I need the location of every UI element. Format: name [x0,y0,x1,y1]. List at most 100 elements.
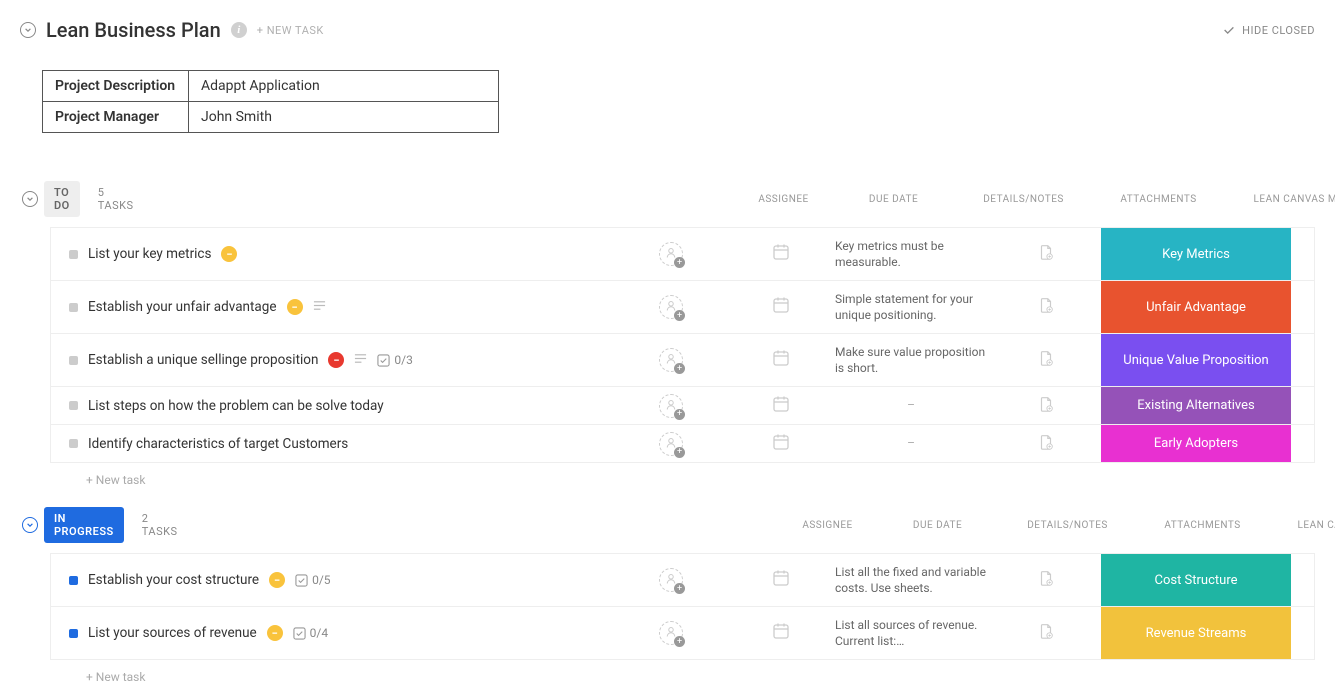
task-details: List all sources of revenue. Current lis… [831,611,991,655]
page-header: Lean Business Plan i + NEW TASK HIDE CLO… [20,18,1315,42]
meta-value: Adappt Application [189,71,499,102]
check-icon [1222,23,1236,37]
priority-icon[interactable]: − [287,299,303,315]
task-row[interactable]: Establish your cost structure −0/5 + Lis… [50,553,1315,607]
attachment-icon[interactable] [1037,395,1055,417]
task-details: – [831,391,991,419]
calendar-icon[interactable] [771,394,791,418]
task-details: List all the fixed and vari­able costs. … [831,558,991,602]
task-group: IN PROGRESS 2 TASKS ASSIGNEE DUE DATE DE… [20,507,1315,684]
task-row[interactable]: Establish a unique sellinge proposition … [50,334,1315,387]
col-details: DETAILS/NOTES [988,520,1148,531]
status-pill[interactable]: IN PROGRESS [44,507,124,543]
meta-label: Project Description [43,71,189,102]
table-row: Project Description Adappt Application [43,71,499,102]
col-assignee: ASSIGNEE [768,520,888,531]
new-task-button[interactable]: + New task [50,660,1315,684]
canvas-model-tag[interactable]: Cost Structure [1101,554,1291,606]
attachment-icon[interactable] [1037,622,1055,644]
canvas-model-tag[interactable]: Revenue Streams [1101,607,1291,659]
assignee-add-icon[interactable]: + [659,621,683,645]
status-pill[interactable]: TO DO [44,181,80,217]
task-details: Simple statement for your unique positio… [831,285,991,329]
status-square-icon[interactable] [69,576,78,585]
canvas-model-tag[interactable]: Unfair Advantage [1101,281,1291,333]
task-title: List your key metrics [88,246,211,262]
priority-icon[interactable]: − [267,625,283,641]
status-square-icon[interactable] [69,401,78,410]
calendar-icon[interactable] [771,621,791,645]
hide-closed-label: HIDE CLOSED [1242,24,1315,37]
task-title: List steps on how the problem can be sol… [88,398,384,414]
task-title: Identify characteristics of target Custo… [88,436,348,452]
description-icon[interactable] [313,299,326,316]
attachment-icon[interactable] [1037,349,1055,371]
priority-icon[interactable]: − [328,352,344,368]
col-assignee: ASSIGNEE [724,194,844,205]
col-attachments: ATTACHMENTS [1148,520,1258,531]
new-task-button[interactable]: + New task [50,463,1315,487]
attachment-icon[interactable] [1037,296,1055,318]
collapse-toggle-icon[interactable] [20,22,36,38]
priority-icon[interactable]: − [221,246,237,262]
canvas-model-tag[interactable]: Existing Alternatives [1101,387,1291,424]
assignee-add-icon[interactable]: + [659,394,683,418]
project-meta-table: Project Description Adappt Application P… [42,70,499,133]
status-square-icon[interactable] [69,250,78,259]
task-count: 5 TASKS [98,186,134,212]
description-icon[interactable] [354,352,367,369]
priority-icon[interactable]: − [269,572,285,588]
attachment-icon[interactable] [1037,243,1055,265]
task-count: 2 TASKS [142,512,178,538]
task-title: Establish your unfair advantage [88,299,277,315]
col-canvas-model: LEAN CANVAS MODEL [1214,194,1335,205]
canvas-model-tag[interactable]: Key Metrics [1101,228,1291,280]
hide-closed-button[interactable]: HIDE CLOSED [1222,23,1315,37]
assignee-add-icon[interactable]: + [659,295,683,319]
page-title: Lean Business Plan [46,18,221,42]
task-row[interactable]: Identify characteristics of target Custo… [50,425,1315,463]
subtask-count[interactable]: 0/5 [295,573,330,587]
task-row[interactable]: List your sources of revenue −0/4 + List… [50,607,1315,660]
task-row[interactable]: List steps on how the problem can be sol… [50,387,1315,425]
assignee-add-icon[interactable]: + [659,432,683,456]
calendar-icon[interactable] [771,242,791,266]
col-attachments: ATTACHMENTS [1104,194,1214,205]
status-square-icon[interactable] [69,439,78,448]
calendar-icon[interactable] [771,348,791,372]
status-square-icon[interactable] [69,629,78,638]
task-details: Key metrics must be measurable. [831,232,991,276]
task-title: Establish your cost structure [88,572,259,588]
col-canvas-model: LEAN CANVAS MODEL [1258,520,1335,531]
task-title: Establish a unique sellinge proposition [88,352,318,368]
group-toggle-icon[interactable] [22,191,38,207]
assignee-add-icon[interactable]: + [659,242,683,266]
meta-value: John Smith [189,102,499,133]
status-square-icon[interactable] [69,356,78,365]
assignee-add-icon[interactable]: + [659,568,683,592]
status-square-icon[interactable] [69,303,78,312]
calendar-icon[interactable] [771,432,791,456]
calendar-icon[interactable] [771,568,791,592]
col-details: DETAILS/NOTES [944,194,1104,205]
canvas-model-tag[interactable]: Early Adopters [1101,425,1291,462]
task-details: Make sure value proposition is short. [831,338,991,382]
assignee-add-icon[interactable]: + [659,348,683,372]
task-row[interactable]: List your key metrics − + Key metrics mu… [50,227,1315,281]
attachment-icon[interactable] [1037,433,1055,455]
group-toggle-icon[interactable] [22,517,38,533]
canvas-model-tag[interactable]: Unique Value Proposition [1101,334,1291,386]
col-due-date: DUE DATE [888,520,988,531]
meta-label: Project Manager [43,102,189,133]
info-icon[interactable]: i [231,22,247,38]
task-row[interactable]: Establish your unfair advantage − + Simp… [50,281,1315,334]
task-details: – [831,429,991,457]
task-group: TO DO 5 TASKS ASSIGNEE DUE DATE DETAILS/… [20,181,1315,487]
attachment-icon[interactable] [1037,569,1055,591]
new-task-button[interactable]: + NEW TASK [257,24,324,37]
col-due-date: DUE DATE [844,194,944,205]
calendar-icon[interactable] [771,295,791,319]
subtask-count[interactable]: 0/3 [377,353,412,367]
table-row: Project Manager John Smith [43,102,499,133]
subtask-count[interactable]: 0/4 [293,626,328,640]
